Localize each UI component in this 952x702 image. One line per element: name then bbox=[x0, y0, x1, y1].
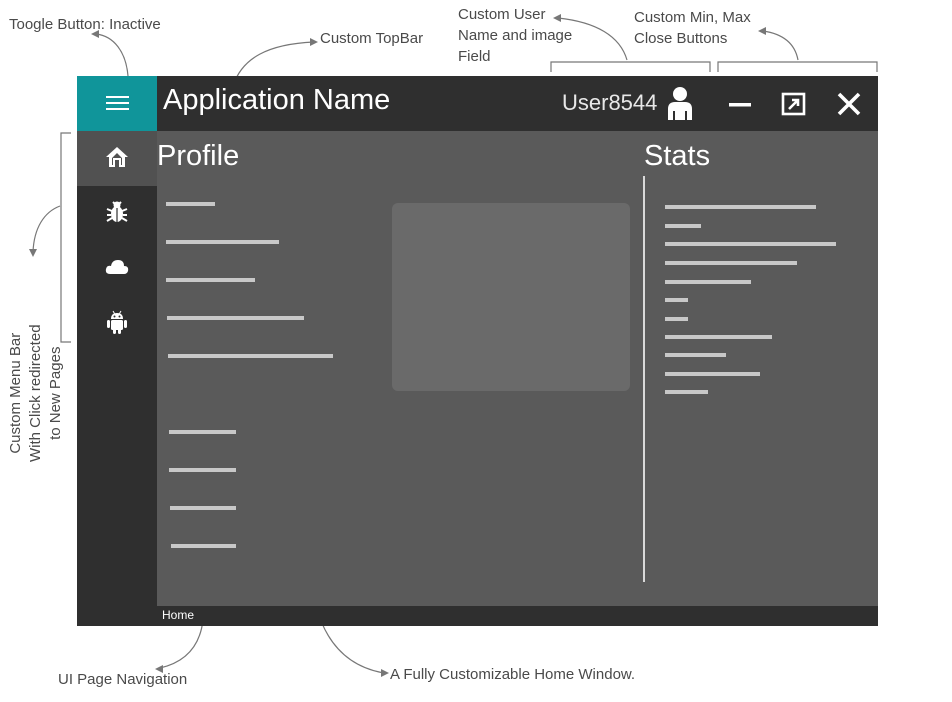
topbar: Application Name User8544 bbox=[77, 76, 878, 131]
stats-line bbox=[665, 317, 688, 321]
cloud-icon bbox=[105, 260, 129, 274]
hamburger-icon-line bbox=[106, 108, 129, 110]
profile-line bbox=[166, 240, 279, 244]
profile-line bbox=[171, 544, 236, 548]
profile-line bbox=[169, 430, 236, 434]
home-window-annotation: A Fully Customizable Home Window. bbox=[390, 666, 636, 683]
home-icon bbox=[106, 147, 128, 167]
breadcrumb-home[interactable]: Home bbox=[162, 608, 194, 622]
stats-divider bbox=[643, 176, 645, 582]
profile-line bbox=[169, 468, 236, 472]
menu-bar-annotation-1: Custom Menu Bar bbox=[7, 332, 24, 454]
toggle-annotation: Toogle Button: Inactive bbox=[9, 16, 161, 33]
stats-line bbox=[665, 335, 772, 339]
maximize-button[interactable] bbox=[777, 87, 811, 121]
android-icon bbox=[107, 310, 127, 334]
user-field-annotation-3: Field bbox=[458, 48, 491, 65]
user-icon[interactable] bbox=[665, 86, 695, 120]
topbar-annotation: Custom TopBar bbox=[320, 30, 424, 47]
profile-line bbox=[166, 202, 215, 206]
profile-line bbox=[166, 278, 255, 282]
minimize-icon bbox=[729, 103, 751, 107]
page-navigation-bar: Home bbox=[77, 606, 878, 626]
minimize-button[interactable] bbox=[723, 87, 757, 121]
stats-line bbox=[665, 224, 701, 228]
profile-line bbox=[170, 506, 236, 510]
stats-line bbox=[665, 280, 751, 284]
stats-line bbox=[665, 353, 726, 357]
profile-title: Profile bbox=[157, 140, 240, 172]
page-nav-annotation: UI Page Navigation bbox=[58, 671, 188, 688]
menu-bar-annotation: Custom Menu Bar With Click redirected to… bbox=[6, 324, 66, 462]
profile-line bbox=[168, 354, 333, 358]
username-label: User8544 bbox=[562, 90, 658, 115]
user-field-annotation-2: Name and image bbox=[458, 27, 573, 44]
bug-icon bbox=[106, 201, 128, 222]
window-buttons-annotation-2: Close Buttons bbox=[634, 30, 728, 47]
hamburger-icon-line bbox=[106, 102, 129, 104]
hamburger-icon bbox=[106, 96, 129, 98]
maximize-icon bbox=[781, 92, 806, 116]
sidebar-item-android[interactable] bbox=[77, 296, 157, 351]
app-title: Application Name bbox=[163, 84, 391, 116]
sidebar-item-home[interactable] bbox=[77, 131, 157, 186]
close-button[interactable] bbox=[832, 87, 866, 121]
sidebar-item-cloud[interactable] bbox=[77, 241, 157, 296]
stats-line bbox=[665, 205, 816, 209]
window-buttons-annotation-1: Custom Min, Max bbox=[634, 9, 751, 26]
profile-line bbox=[167, 316, 304, 320]
stats-line bbox=[665, 242, 836, 246]
stats-line bbox=[665, 390, 708, 394]
user-field-annotation-1: Custom User bbox=[458, 6, 546, 23]
app-window: Application Name User8544 Profile Stats … bbox=[77, 76, 878, 626]
close-icon bbox=[837, 92, 861, 116]
stats-line bbox=[665, 298, 688, 302]
sidebar-menu bbox=[77, 131, 157, 606]
menu-bar-annotation-2: With Click redirected bbox=[27, 324, 44, 462]
sidebar-item-bug[interactable] bbox=[77, 186, 157, 241]
profile-image-placeholder bbox=[392, 203, 630, 391]
stats-title: Stats bbox=[644, 140, 711, 172]
menu-bar-annotation-3: to New Pages bbox=[47, 346, 64, 440]
stats-line bbox=[665, 372, 760, 376]
menu-toggle-button[interactable] bbox=[77, 76, 157, 131]
stats-line bbox=[665, 261, 797, 265]
